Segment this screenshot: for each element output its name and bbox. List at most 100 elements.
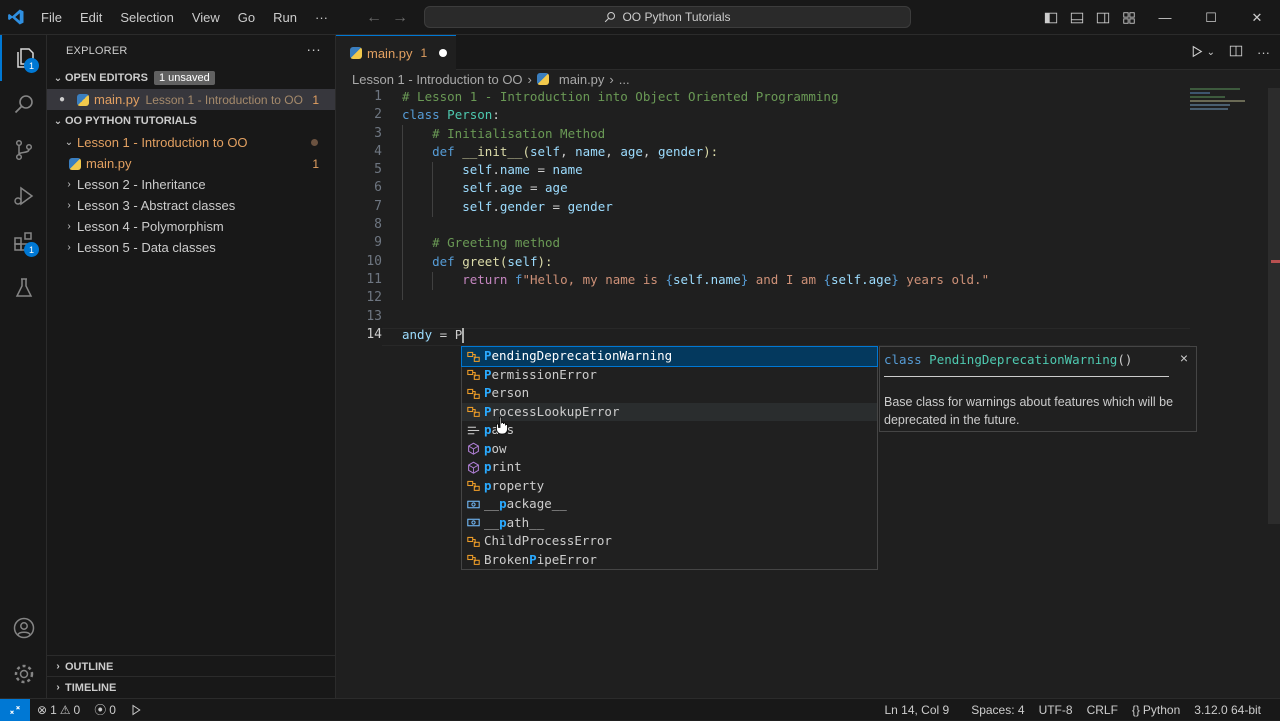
suggestion-item[interactable]: PendingDeprecationWarning	[461, 346, 878, 367]
remote-icon[interactable]	[0, 698, 30, 721]
menu-run[interactable]: Run	[264, 0, 306, 35]
var: self	[462, 180, 493, 196]
breadcrumb-more[interactable]: ...	[619, 72, 630, 87]
python-interpreter[interactable]: 3.12.0 64-bit	[1187, 703, 1268, 717]
folder-lesson-4[interactable]: › Lesson 4 - Polymorphism	[47, 216, 335, 237]
punct: .	[492, 162, 500, 178]
menu-selection[interactable]: Selection	[111, 0, 182, 35]
toggle-sidebar-icon[interactable]	[1038, 11, 1064, 25]
menu-more[interactable]: ···	[306, 0, 337, 35]
breadcrumb-folder[interactable]: Lesson 1 - Introduction to OO	[352, 72, 523, 87]
search-activity[interactable]	[0, 81, 47, 127]
indentation[interactable]: Spaces: 4	[964, 703, 1031, 717]
vertical-scrollbar[interactable]	[1268, 88, 1280, 524]
testing-activity[interactable]	[0, 265, 47, 311]
match-highlight: p	[499, 514, 507, 530]
match-highlight: P	[484, 385, 492, 400]
suggestion-item[interactable]: pass	[462, 421, 877, 440]
run-debug-activity[interactable]	[0, 173, 47, 219]
more-actions-icon[interactable]: ···	[1257, 45, 1270, 60]
interp: self.age	[831, 271, 892, 287]
source-control-activity[interactable]	[0, 127, 47, 173]
file-main-py[interactable]: main.py 1	[47, 153, 335, 174]
tab-main-py[interactable]: main.py 1	[336, 35, 456, 70]
open-editor-item[interactable]: ● main.py Lesson 1 - Introduction to OO …	[47, 89, 335, 110]
explorer-more-icon[interactable]: ···	[306, 41, 321, 57]
command-center[interactable]: OO Python Tutorials	[424, 6, 911, 28]
split-editor-icon[interactable]	[1229, 44, 1243, 61]
suggestion-item[interactable]: p ow	[462, 440, 877, 459]
minimap[interactable]	[1190, 88, 1270, 118]
folder-lesson-2[interactable]: › Lesson 2 - Inheritance	[47, 174, 335, 195]
back-arrow-icon[interactable]: ←	[366, 9, 382, 27]
breadcrumb-file[interactable]: main.py	[559, 72, 605, 87]
comment: # Greeting method	[432, 235, 561, 251]
chevron-right-icon: ›	[609, 71, 614, 87]
keyword-text-icon	[466, 423, 481, 438]
ports-count: 0	[109, 702, 116, 717]
folder-label: Lesson 3 - Abstract classes	[77, 198, 236, 213]
suggestion-item[interactable]: Person	[462, 384, 877, 403]
manage-activity[interactable]	[0, 651, 47, 697]
line-number: 7	[374, 198, 382, 214]
customize-layout-icon[interactable]	[1116, 11, 1142, 25]
explorer-activity[interactable]: 1	[0, 35, 47, 81]
accounts-activity[interactable]	[0, 605, 47, 651]
menu-go[interactable]: Go	[229, 0, 264, 35]
title-bar: File Edit Selection View Go Run ··· ← → …	[0, 0, 1280, 35]
menu-view[interactable]: View	[183, 0, 229, 35]
suggestion-prefix: Broken	[484, 551, 530, 567]
toggle-secondary-sidebar-icon[interactable]	[1090, 11, 1116, 25]
close-window-icon[interactable]: ✕	[1234, 0, 1280, 35]
folder-lesson-1[interactable]: ⌄ Lesson 1 - Introduction to OO	[47, 132, 335, 153]
workspace-section[interactable]: ⌄ OO PYTHON TUTORIALS	[47, 110, 335, 132]
unsaved-dot-icon[interactable]: ●	[47, 94, 77, 105]
line-number: 2	[374, 107, 382, 123]
toggle-panel-icon[interactable]	[1064, 11, 1090, 25]
line-number-current: 14	[366, 326, 382, 342]
line-ending[interactable]: CRLF	[1080, 703, 1125, 717]
class-icon	[466, 349, 481, 364]
code-editor[interactable]: # Lesson 1 - Introduction into Object Or…	[402, 88, 1242, 344]
maximize-icon[interactable]: ☐	[1188, 0, 1234, 35]
menu-edit[interactable]: Edit	[71, 0, 111, 35]
outline-section[interactable]: › OUTLINE	[47, 655, 336, 677]
close-icon[interactable]: ×	[1180, 350, 1188, 366]
suggestion-item[interactable]: Broken PipeError	[462, 551, 877, 570]
suggestion-item[interactable]: p roperty	[462, 477, 877, 496]
chevron-down-icon[interactable]: ⌄	[1207, 47, 1215, 58]
line-number: 3	[374, 125, 382, 141]
encoding[interactable]: UTF-8	[1032, 703, 1080, 717]
folder-label: Lesson 1 - Introduction to OO	[77, 135, 248, 150]
line-number: 10	[366, 253, 382, 269]
menu-file[interactable]: File	[32, 0, 71, 35]
run-python-icon[interactable]	[1190, 45, 1203, 61]
minimize-icon[interactable]: —	[1142, 0, 1188, 35]
suggestion-item[interactable]: ChildProcess Error	[462, 532, 877, 551]
folder-lesson-5[interactable]: › Lesson 5 - Data classes	[47, 237, 335, 258]
forward-arrow-icon[interactable]: →	[392, 9, 408, 27]
suggestion-item[interactable]: ProcessLookupError	[462, 402, 877, 421]
suggestion-item[interactable]: __ p ackage__	[462, 495, 877, 514]
suggestion-item[interactable]: __ p ath__	[462, 514, 877, 533]
unsaved-dot-icon[interactable]	[439, 49, 448, 57]
open-editors-section[interactable]: ⌄ OPEN EDITORS 1 unsaved	[47, 67, 335, 89]
cursor-position[interactable]: Ln 14, Col 9	[877, 703, 956, 717]
language-mode[interactable]: {} Python	[1125, 703, 1187, 717]
debug-icon[interactable]	[123, 704, 149, 716]
typed-text: P	[454, 326, 463, 342]
details-keyword: class	[884, 352, 922, 367]
ports-indicator[interactable]: ⦿ 0	[87, 701, 123, 718]
variable-icon	[466, 497, 481, 512]
warning-count: 0	[73, 702, 81, 717]
problems-indicator[interactable]: ⊗ 1 ⚠ 0	[30, 703, 87, 717]
punct: ,	[560, 143, 576, 159]
timeline-section[interactable]: › TIMELINE	[47, 676, 336, 698]
suggestion-item[interactable]: p rint	[462, 458, 877, 477]
extensions-activity[interactable]: 1	[0, 219, 47, 265]
gear-icon	[14, 664, 33, 684]
tab-problem-count: 1	[420, 46, 428, 60]
suggestion-item[interactable]: PermissionError	[462, 366, 877, 385]
folder-lesson-3[interactable]: › Lesson 3 - Abstract classes	[47, 195, 335, 216]
